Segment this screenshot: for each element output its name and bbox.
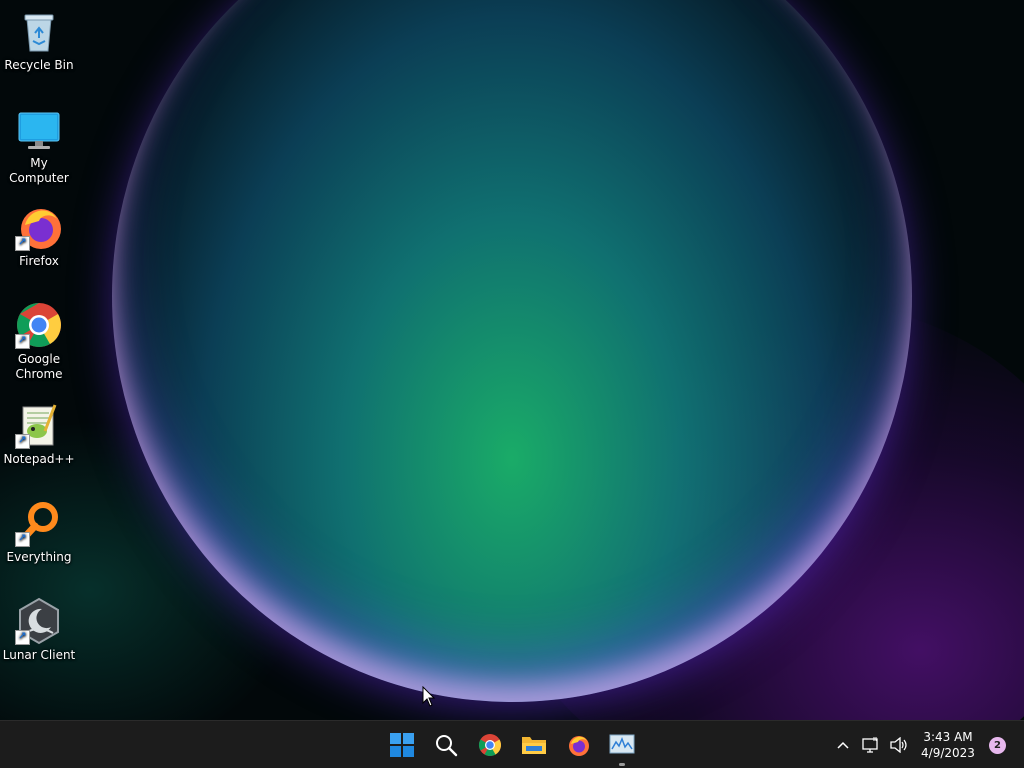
taskbar-file-explorer-button[interactable] [512,723,556,767]
show-hidden-icons-button[interactable] [829,725,857,765]
chrome-icon: ↗ [15,301,63,349]
desktop-icon-label: Recycle Bin [4,58,74,72]
volume-button[interactable] [885,725,913,765]
taskbar-task-manager-button[interactable] [600,723,644,767]
lunar-client-icon: ↗ [15,597,63,645]
clock-time: 3:43 AM [923,730,973,744]
computer-icon [15,105,63,153]
firefox-icon: ↗ [15,203,63,251]
chevron-up-icon [837,741,849,749]
network-icon [862,737,878,753]
desktop-icon-google-chrome[interactable]: ↗ Google Chrome [0,296,78,382]
shortcut-arrow-icon: ↗ [15,630,30,645]
shortcut-arrow-icon: ↗ [15,334,30,349]
search-icon [436,735,458,757]
desktop-icon-notepadpp[interactable]: ↗ Notepad++ [0,396,78,467]
chrome-icon [479,734,501,756]
desktop-icon-everything[interactable]: ↗ Everything [0,494,78,565]
network-status-button[interactable] [857,725,885,765]
taskbar-firefox-button[interactable] [556,723,600,767]
desktop-icon-label: Everything [6,550,72,564]
everything-search-icon: ↗ [15,499,63,547]
shortcut-arrow-icon: ↗ [15,532,30,547]
desktop-icon-recycle-bin[interactable]: Recycle Bin [0,2,78,73]
clock-date: 4/9/2023 [921,746,975,760]
shortcut-arrow-icon: ↗ [15,434,30,449]
notepadpp-icon: ↗ [15,401,63,449]
system-tray: 3:43 AM 4/9/2023 2 [829,721,1024,768]
desktop-wallpaper [0,0,1024,720]
taskbar-app-area [380,721,644,768]
firefox-icon [569,736,589,756]
desktop-icon-label: Notepad++ [3,452,75,466]
file-explorer-icon [522,737,546,754]
desktop-icon-label: My Computer [9,156,69,185]
taskbar-clock[interactable]: 3:43 AM 4/9/2023 [913,729,983,761]
taskbar-chrome-button[interactable] [468,723,512,767]
desktop-icon-my-computer[interactable]: My Computer [0,100,78,186]
taskbar: 3:43 AM 4/9/2023 2 [0,720,1024,768]
notification-badge[interactable]: 2 [989,736,1006,754]
task-manager-icon [609,734,635,754]
recycle-bin-icon [15,7,63,55]
taskbar-search-button[interactable] [424,723,468,767]
mouse-cursor-icon [422,685,436,712]
desktop-icon-lunar-client[interactable]: ↗ Lunar Client [0,592,78,663]
desktop-icon-label: Firefox [19,254,59,268]
desktop-icon-label: Google Chrome [15,352,63,381]
shortcut-arrow-icon: ↗ [15,236,30,251]
start-button[interactable] [380,723,424,767]
desktop-icon-label: Lunar Client [2,648,76,662]
speaker-icon [890,737,907,753]
start-icon [390,733,414,757]
desktop-icon-firefox[interactable]: ↗ Firefox [0,198,78,269]
